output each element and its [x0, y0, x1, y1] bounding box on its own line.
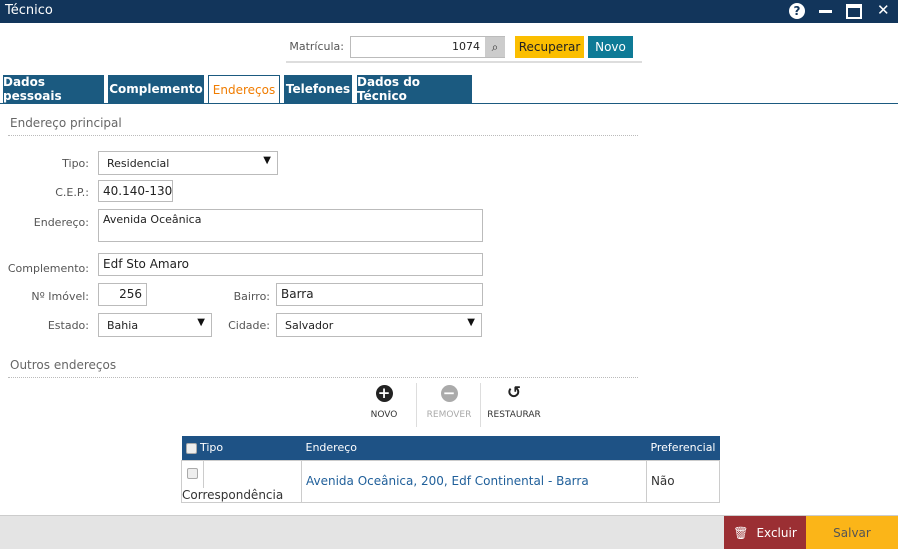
section-outros-enderecos: Outros endereços	[10, 358, 117, 372]
remover-button[interactable]: − REMOVER	[417, 385, 481, 420]
salvar-button[interactable]: Salvar	[806, 516, 898, 549]
bairro-input[interactable]: Barra	[276, 283, 483, 306]
cidade-value: Salvador	[285, 319, 334, 332]
imovel-label: Nº Imóvel:	[31, 290, 89, 303]
matricula-input[interactable]: 1074	[350, 36, 505, 58]
matricula-label: Matrícula:	[289, 40, 344, 53]
section-divider	[8, 135, 638, 136]
column-tipo: Tipo	[200, 441, 224, 455]
title-bar: Técnico ? ✕	[0, 0, 898, 23]
tab-dados-pessoais[interactable]: Dados pessoais	[3, 75, 104, 103]
header-divider	[286, 61, 642, 63]
help-icon[interactable]: ?	[789, 3, 805, 19]
column-endereco: Endereço	[305, 441, 358, 455]
cidade-select[interactable]: Salvador ▼	[276, 313, 482, 337]
complemento-label: Complemento:	[7, 262, 89, 275]
tab-telefones[interactable]: Telefones	[284, 75, 352, 103]
excluir-label: Excluir	[756, 525, 797, 540]
row-tipo: Correspondência	[182, 487, 284, 502]
tipo-label: Tipo:	[62, 157, 89, 170]
remover-label: REMOVER	[426, 410, 472, 420]
restaurar-label: RESTAURAR	[487, 410, 541, 420]
maximize-icon[interactable]	[846, 4, 862, 19]
imovel-input[interactable]: 256	[98, 283, 147, 306]
cep-input[interactable]: 40.140-130	[98, 180, 173, 202]
excluir-button[interactable]: 🗑 Excluir	[724, 516, 806, 549]
column-preferencial: Preferencial	[650, 441, 716, 455]
history-icon: ↺	[506, 383, 522, 403]
plus-circle-icon: +	[375, 385, 393, 402]
cep-label: C.E.P.:	[55, 186, 89, 199]
novo-button[interactable]: Novo	[588, 36, 633, 58]
tab-dados-do-tecnico[interactable]: Dados do Técnico	[357, 75, 472, 103]
search-list-icon[interactable]: ⌕	[485, 37, 505, 57]
section-divider	[8, 377, 638, 378]
endereco-textarea[interactable]: Avenida Oceânica	[98, 209, 483, 242]
enderecos-table: Tipo Endereço Preferencial Correspondênc…	[181, 436, 721, 503]
chevron-down-icon: ▼	[467, 317, 475, 328]
estado-value: Bahia	[107, 319, 139, 332]
novo-label: NOVO	[370, 410, 398, 420]
tab-complemento[interactable]: Complemento	[108, 75, 204, 103]
restaurar-button[interactable]: ↺ RESTAURAR	[482, 383, 546, 421]
toolbar-separator	[480, 383, 481, 427]
chevron-down-icon: ▼	[263, 155, 271, 166]
tipo-select[interactable]: Residencial ▼	[98, 151, 278, 175]
recuperar-button[interactable]: Recuperar	[515, 36, 584, 58]
row-checkbox[interactable]	[187, 467, 198, 479]
row-endereco-link[interactable]: Avenida Oceânica, 200, Edf Continental -…	[306, 474, 589, 488]
bairro-label: Bairro:	[233, 290, 270, 303]
tabs-underline	[0, 103, 898, 104]
close-icon[interactable]: ✕	[877, 1, 890, 19]
tab-enderecos[interactable]: Endereços	[208, 75, 280, 104]
section-endereco-principal: Endereço principal	[10, 116, 122, 130]
endereco-label: Endereço:	[33, 216, 89, 229]
novo-endereco-button[interactable]: + NOVO	[352, 385, 416, 420]
select-all-checkbox[interactable]	[185, 442, 197, 454]
window-title: Técnico	[5, 3, 53, 18]
minus-circle-icon: −	[440, 385, 458, 402]
estado-select[interactable]: Bahia ▼	[98, 313, 212, 337]
estado-label: Estado:	[47, 319, 89, 332]
table-row[interactable]: Correspondência Avenida Oceânica, 200, E…	[181, 459, 721, 503]
trash-icon: 🗑	[733, 525, 749, 540]
complemento-input[interactable]: Edf Sto Amaro	[98, 253, 483, 276]
tipo-value: Residencial	[107, 157, 170, 170]
minimize-icon[interactable]	[819, 10, 832, 13]
table-header: Tipo Endereço Preferencial	[181, 436, 720, 460]
cidade-label: Cidade:	[228, 319, 270, 332]
row-preferencial: Não	[650, 474, 675, 488]
